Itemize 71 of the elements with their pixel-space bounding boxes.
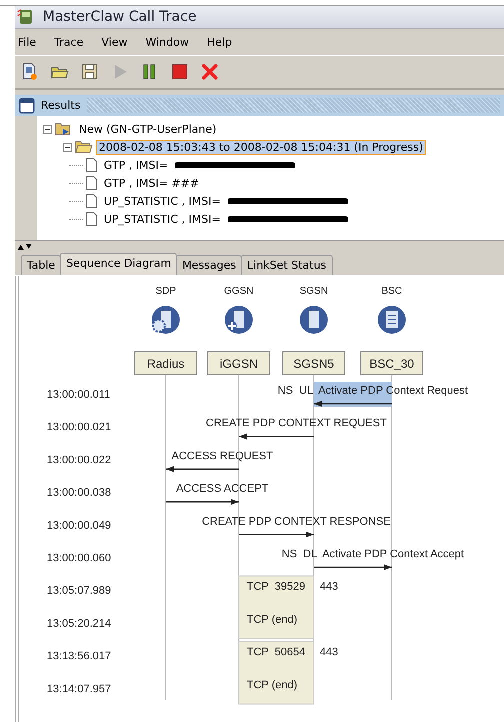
tab[interactable]: Table (21, 255, 62, 275)
message-arrow[interactable] (166, 499, 239, 506)
server-gear-icon (152, 306, 180, 334)
tree-item[interactable]: GTP , IMSI= (101, 158, 172, 172)
folder-icon (55, 121, 73, 137)
timestamp: 13:05:20.214 (47, 618, 112, 630)
session-label: TCP 39529 (247, 581, 306, 594)
participant-name: SGSN5 (294, 357, 334, 371)
menu-item[interactable]: View (102, 36, 128, 48)
message-label[interactable]: NS DL Activate PDP Context Accept (282, 548, 464, 560)
folder-icon (75, 139, 93, 155)
message-arrow[interactable] (314, 564, 392, 570)
menu-item[interactable]: Help (207, 36, 232, 48)
timestamp: 13:00:00.022 (47, 454, 112, 466)
session-label: TCP (end) (247, 679, 298, 692)
message-arrow[interactable] (166, 466, 239, 472)
participant-name: Radius (147, 357, 185, 371)
timestamp: 13:05:07.989 (47, 585, 112, 598)
participant-role: SGSN (300, 286, 328, 297)
menu-item[interactable]: Window (146, 36, 190, 48)
participant-box (282, 352, 346, 376)
tree-item[interactable]: UP_STATISTIC , IMSI= (101, 212, 224, 226)
timestamp: 13:14:07.957 (47, 683, 112, 696)
server-icon (300, 306, 328, 334)
splitter-arrows-icon[interactable] (17, 244, 33, 250)
port-label: 443 (320, 581, 338, 594)
message-label[interactable]: ACCESS ACCEPT (176, 483, 269, 496)
tree-item[interactable]: GTP , IMSI= ### (101, 176, 202, 190)
timestamp: 13:00:00.060 (47, 552, 112, 564)
timestamp: 13:00:00.038 (47, 487, 112, 500)
participant-role: BSC (382, 286, 402, 297)
participant-box (208, 352, 270, 376)
timestamp: 13:13:56.017 (47, 650, 112, 663)
collapse-icon[interactable] (63, 142, 72, 152)
participant-role: GGSN (224, 286, 254, 297)
participant-name: iGGSN (220, 357, 258, 371)
menu-item[interactable]: File (18, 36, 36, 48)
document-icon (378, 306, 406, 334)
port-label: 443 (320, 646, 338, 659)
collapse-icon[interactable] (43, 124, 52, 134)
tree-item[interactable]: UP_STATISTIC , IMSI= (101, 194, 224, 208)
session-label: TCP (end) (247, 614, 298, 626)
file-icon (86, 158, 98, 172)
message-label[interactable]: CREATE PDP CONTEXT REQUEST (206, 418, 387, 430)
message-arrow[interactable] (239, 434, 314, 440)
menu-item[interactable]: Trace (54, 36, 84, 48)
window-icon (19, 98, 35, 114)
participant-role: SDP (156, 286, 176, 297)
message-arrow[interactable] (314, 401, 392, 407)
panel-title: Results (41, 99, 81, 112)
file-icon (86, 212, 98, 226)
tree-item[interactable]: 2008-02-08 15:03:43 to 2008-02-08 15:04:31 (In Progress) (96, 140, 426, 154)
tab[interactable]: LinkSet Status (241, 255, 333, 275)
message-arrow[interactable] (239, 532, 314, 538)
participant-name: BSC_30 (370, 357, 414, 371)
message-label[interactable]: CREATE PDP CONTEXT RESPONSE (202, 516, 391, 528)
timestamp: 13:00:00.049 (47, 520, 112, 532)
timestamp: 13:00:00.011 (47, 389, 110, 401)
file-icon (86, 194, 98, 208)
timestamp: 13:00:00.021 (47, 422, 112, 434)
session-label: TCP 50654 (247, 646, 306, 659)
participant-box (134, 352, 198, 376)
message-label[interactable]: NS UL Activate PDP Context Request (278, 385, 468, 397)
tree-item[interactable]: New (GN-GTP-UserPlane) (76, 122, 220, 136)
tab[interactable]: Sequence Diagram (60, 253, 178, 275)
participant-box (360, 352, 424, 376)
message-label[interactable]: ACCESS REQUEST (172, 450, 274, 462)
file-icon (86, 176, 98, 190)
app-icon (17, 8, 35, 26)
server-network-icon (225, 306, 253, 334)
window-title: MasterClaw Call Trace (43, 9, 197, 25)
